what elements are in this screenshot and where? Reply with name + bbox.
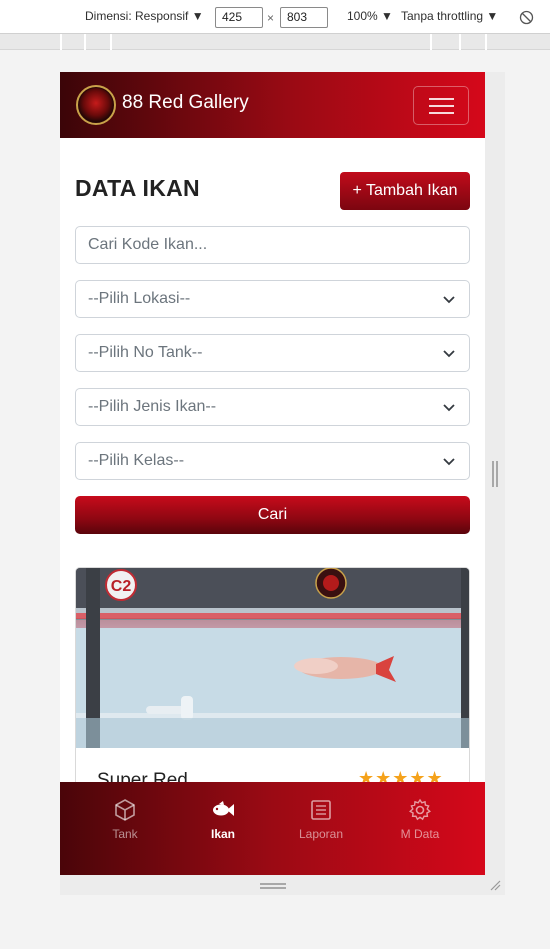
menu-toggle-button[interactable] bbox=[413, 86, 469, 125]
report-icon bbox=[311, 800, 331, 820]
tank-select-value: --Pilih No Tank-- bbox=[88, 344, 203, 361]
page-title: DATA IKAN bbox=[75, 175, 200, 201]
add-fish-button[interactable]: + Tambah Ikan bbox=[340, 172, 470, 210]
location-select[interactable]: --Pilih Lokasi-- bbox=[75, 280, 470, 318]
gear-icon bbox=[409, 798, 431, 821]
nav-item-laporan[interactable]: Laporan bbox=[268, 782, 374, 875]
devtools-toolbar: Dimensi: Responsif ▼ 425 × 803 100% ▼ Ta… bbox=[0, 0, 550, 34]
fish-type-select[interactable]: --Pilih Jenis Ikan-- bbox=[75, 388, 470, 426]
search-button[interactable]: Cari bbox=[75, 496, 470, 534]
chevron-down-icon bbox=[443, 296, 455, 304]
rotate-icon[interactable] bbox=[519, 10, 534, 25]
nav-label-tank: Tank bbox=[112, 827, 138, 841]
aquarium-image: C2 bbox=[76, 568, 469, 748]
device-viewport: 88 Red Gallery DATA IKAN + Tambah Ikan C… bbox=[60, 72, 485, 875]
fish-icon bbox=[213, 801, 234, 816]
logo[interactable] bbox=[76, 85, 116, 125]
chevron-down-icon bbox=[443, 350, 455, 358]
dimension-select[interactable]: Dimensi: Responsif ▼ bbox=[85, 9, 204, 23]
media-query-ruler bbox=[0, 34, 550, 50]
nav-item-ikan[interactable]: Ikan bbox=[170, 782, 276, 875]
chevron-down-icon bbox=[443, 458, 455, 466]
resize-handle-horizontal[interactable] bbox=[260, 883, 286, 889]
resize-handle-vertical[interactable] bbox=[492, 461, 498, 487]
height-input[interactable]: 803 bbox=[280, 7, 328, 28]
chevron-down-icon bbox=[443, 404, 455, 412]
nav-label-ikan: Ikan bbox=[210, 827, 235, 841]
dimension-separator: × bbox=[267, 11, 275, 25]
fish-type-select-value: --Pilih Jenis Ikan-- bbox=[88, 398, 217, 415]
hamburger-icon bbox=[429, 98, 454, 100]
nav-item-m-data[interactable]: M Data bbox=[367, 782, 473, 875]
box-icon bbox=[115, 799, 135, 821]
zoom-select[interactable]: 100% ▼ bbox=[347, 9, 393, 23]
nav-label-laporan: Laporan bbox=[298, 827, 344, 841]
throttling-select[interactable]: Tanpa throttling ▼ bbox=[401, 9, 498, 23]
resize-corner-icon[interactable] bbox=[489, 879, 501, 891]
bottom-nav: Tank Ikan Laporan M Data bbox=[60, 782, 485, 875]
tank-select[interactable]: --Pilih No Tank-- bbox=[75, 334, 470, 372]
nav-label-m-data: M Data bbox=[400, 827, 440, 841]
fish-photo: C2 bbox=[76, 568, 469, 748]
grade-select[interactable]: --Pilih Kelas-- bbox=[75, 442, 470, 480]
grade-select-value: --Pilih Kelas-- bbox=[88, 452, 185, 469]
navbar: 88 Red Gallery bbox=[60, 72, 485, 138]
width-input[interactable]: 425 bbox=[215, 7, 263, 28]
nav-item-tank[interactable]: Tank bbox=[72, 782, 178, 875]
search-input[interactable]: Cari Kode Ikan... bbox=[75, 226, 470, 264]
location-select-value: --Pilih Lokasi-- bbox=[88, 290, 191, 307]
brand-name[interactable]: 88 Red Gallery bbox=[122, 92, 249, 114]
tank-label: C2 bbox=[111, 578, 132, 595]
